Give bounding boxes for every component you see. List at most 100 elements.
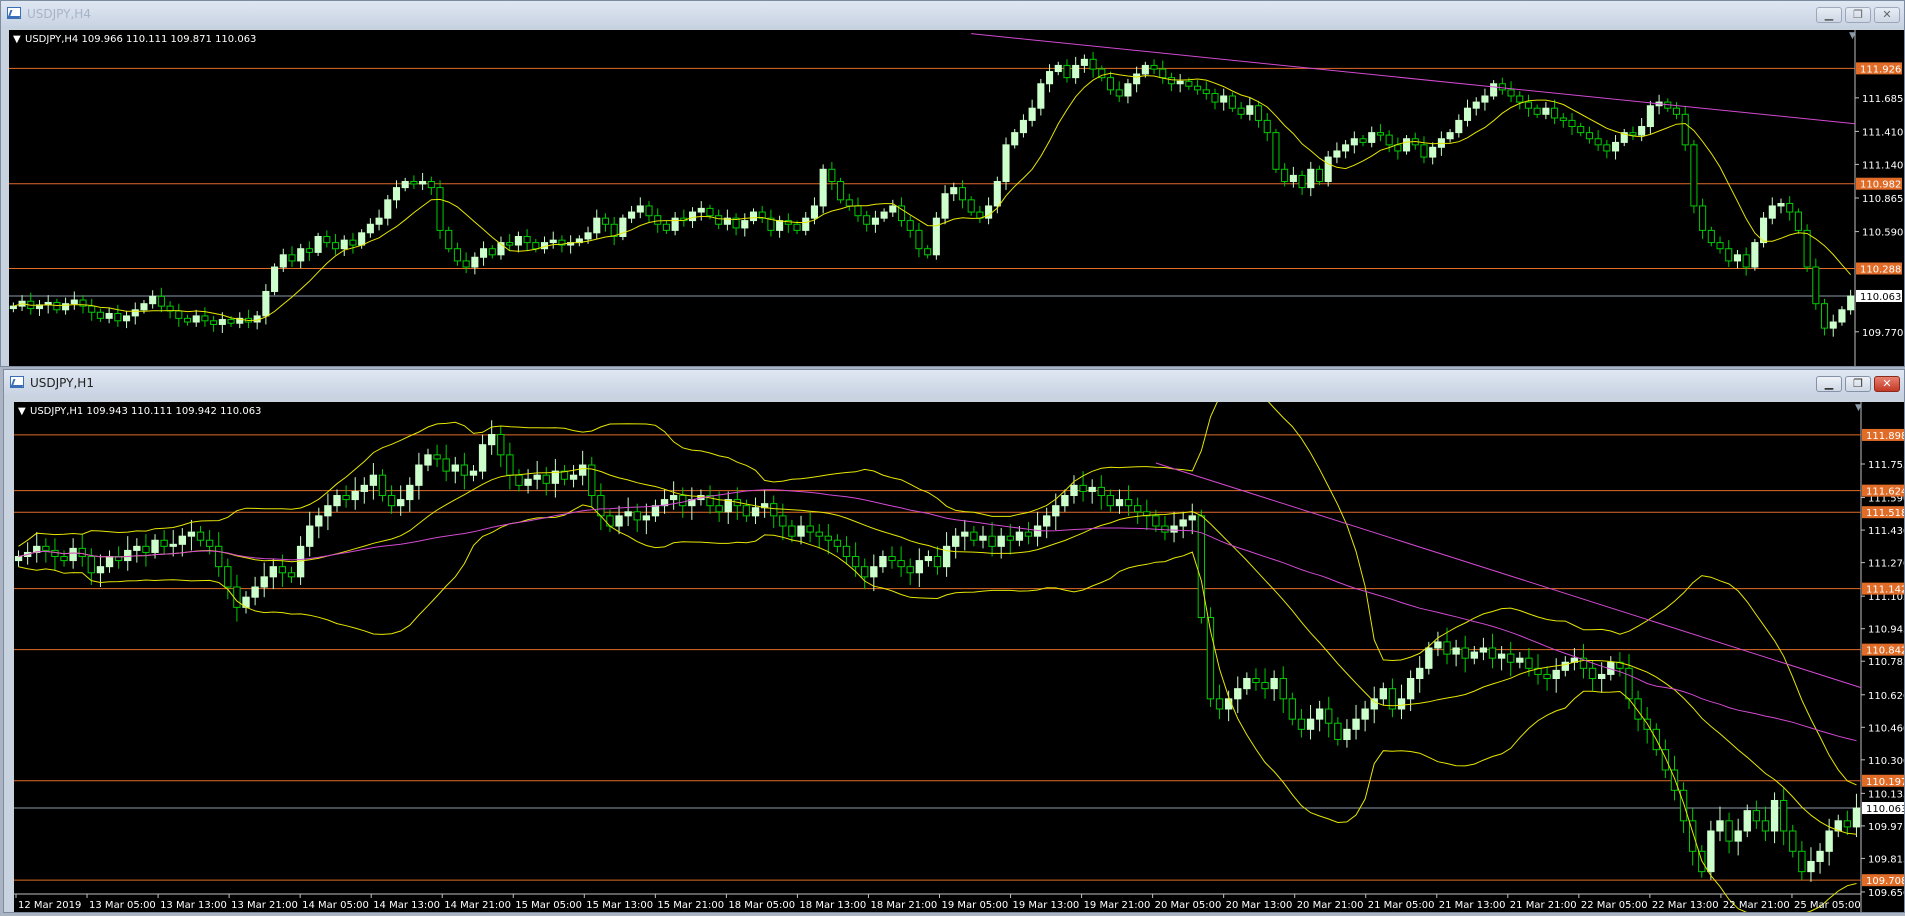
bear-candle — [662, 223, 670, 231]
bull-candle — [997, 535, 1005, 547]
bear-candle — [1167, 77, 1176, 85]
restore-button[interactable]: ❐ — [1845, 376, 1871, 392]
minimize-button[interactable]: ▁ — [1816, 376, 1842, 392]
close-button[interactable]: ✕ — [1874, 376, 1900, 392]
bull-candle — [741, 220, 749, 229]
bear-candle — [715, 215, 723, 225]
bear-candle — [1577, 126, 1585, 134]
bear-candle — [815, 531, 823, 537]
bear-candle — [506, 454, 514, 476]
window-titlebar[interactable]: USDJPY,H1 ▁ ❐ ✕ — [4, 370, 1904, 397]
bear-candle — [1559, 117, 1567, 121]
x-tick-label: 18 Mar 21:00 — [870, 900, 937, 911]
bull-candle — [569, 474, 578, 480]
x-tick-label: 21 Mar 13:00 — [1439, 900, 1506, 911]
y-tick-label: 110.620 — [1868, 691, 1904, 702]
bear-candle — [645, 205, 653, 217]
bull-candle — [69, 547, 77, 562]
bull-candle — [1054, 64, 1062, 73]
x-tick-label: 14 Mar 21:00 — [444, 900, 511, 911]
ohlc-readout: USDJPY,H1 109.943 110.111 109.942 110.06… — [30, 406, 261, 417]
bear-candle — [1211, 93, 1219, 103]
bull-candle — [889, 205, 897, 213]
bull-candle — [1179, 519, 1187, 527]
price-chart-h4[interactable]: 111.685 111.410 111.140 110.865 110.590 109.7… — [9, 30, 1904, 370]
bull-candle — [375, 217, 383, 225]
close-button[interactable]: ✕ — [1874, 7, 1900, 23]
x-tick-label: 15 Mar 05:00 — [515, 900, 582, 911]
bull-candle — [802, 217, 810, 231]
bull-candle — [1838, 309, 1846, 323]
y-tick-label: 109.650 — [1868, 888, 1904, 899]
bull-candle — [1446, 132, 1454, 140]
bear-candle — [915, 229, 923, 250]
bear-candle — [88, 305, 96, 313]
chart-window-icon — [7, 7, 21, 19]
x-tick-label: 21 Mar 21:00 — [1510, 900, 1577, 911]
bull-candle — [1847, 295, 1855, 311]
bull-candle — [1124, 83, 1132, 97]
window-titlebar[interactable]: USDJPY,H4 ▁ ❐ ✕ — [1, 1, 1904, 28]
bear-candle — [1215, 698, 1224, 710]
bear-candle — [1498, 83, 1506, 91]
bear-candle — [1281, 168, 1289, 183]
x-tick-label: 25 Mar 05:00 — [1794, 900, 1861, 911]
bear-candle — [1334, 722, 1342, 740]
bear-candle — [1161, 525, 1169, 533]
bull-candle — [1707, 830, 1715, 873]
bull-candle — [593, 217, 601, 234]
bull-candle — [1061, 495, 1069, 507]
bull-candle — [1220, 95, 1228, 103]
bull-candle — [1370, 698, 1378, 710]
bear-candle — [1625, 667, 1633, 700]
candlestick-chart[interactable]: 111.685 111.410 111.140 110.865 110.590 109.7… — [9, 30, 1904, 366]
bull-candle — [1088, 486, 1096, 492]
bear-candle — [497, 434, 505, 456]
bear-candle — [1325, 708, 1333, 724]
bull-candle — [1176, 80, 1184, 85]
bear-candle — [1254, 105, 1263, 121]
bear-candle — [1237, 107, 1245, 115]
level-price-label: 110.197 — [1866, 777, 1904, 788]
bear-candle — [1725, 820, 1733, 842]
bear-candle — [842, 545, 851, 558]
bull-candle — [384, 199, 392, 219]
ohlc-readout: USDJPY,H4 109.966 110.111 109.871 110.06… — [25, 34, 256, 45]
level-price-label: 111.624 — [1866, 487, 1904, 498]
bull-candle — [642, 515, 651, 521]
bull-candle — [1033, 525, 1042, 537]
bull-candle — [751, 507, 760, 517]
bull-candle — [924, 556, 933, 562]
bull-candle — [105, 556, 114, 568]
bull-candle — [979, 535, 987, 541]
bull-candle — [1479, 647, 1488, 653]
window-title: USDJPY,H4 — [27, 7, 91, 21]
level-price-label: 109.708 — [1866, 876, 1904, 887]
y-tick-label: 111.140 — [1862, 160, 1903, 171]
bull-candle — [797, 525, 805, 537]
bull-candle — [1429, 146, 1437, 158]
bull-candle — [151, 539, 159, 553]
bear-candle — [1394, 144, 1402, 152]
bear-candle — [349, 239, 357, 246]
minimize-button[interactable]: ▁ — [1816, 7, 1842, 23]
chart-window-h1[interactable]: USDJPY,H1 ▁ ❐ ✕ 111.755111.590111.430111… — [3, 369, 1905, 916]
bear-candle — [1568, 119, 1576, 128]
bear-candle — [515, 474, 523, 486]
price-chart-h1[interactable]: 111.755111.590111.430111.270111.105110.9… — [14, 383, 1905, 916]
bull-candle — [950, 187, 958, 195]
candlestick-chart[interactable]: 111.755111.590111.430111.270111.105110.9… — [14, 383, 1905, 916]
bull-candle — [941, 193, 949, 219]
bull-candle — [1734, 830, 1742, 842]
bull-candle — [1046, 71, 1054, 85]
bear-candle — [51, 549, 59, 558]
restore-button[interactable]: ❐ — [1845, 7, 1871, 23]
bull-candle — [870, 566, 878, 578]
bear-candle — [387, 495, 396, 507]
bull-candle — [1472, 101, 1480, 109]
bear-candle — [906, 566, 914, 574]
bull-candle — [1825, 830, 1833, 852]
chart-window-h4[interactable]: USDJPY,H4 ▁ ❐ ✕ 111.685 111.410 111.140 110… — [0, 0, 1905, 367]
bull-candle — [1751, 242, 1759, 268]
bull-candle — [1361, 708, 1369, 720]
